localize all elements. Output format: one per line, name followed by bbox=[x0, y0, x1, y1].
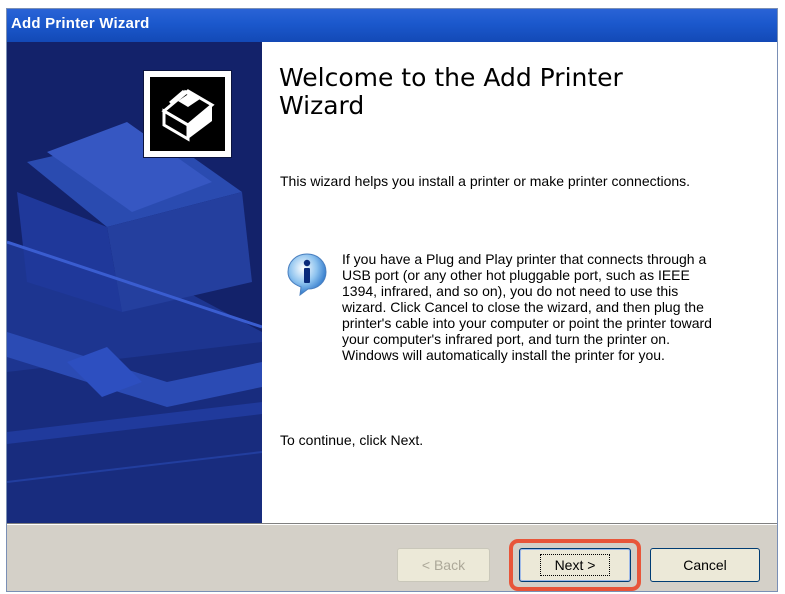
button-bar: < Back Next > Cancel bbox=[7, 523, 777, 591]
next-button[interactable]: Next > bbox=[519, 548, 631, 582]
wizard-content: Welcome to the Add Printer Wizard This w… bbox=[262, 42, 777, 523]
page-title: Welcome to the Add Printer Wizard bbox=[279, 63, 623, 120]
title-bar[interactable]: Add Printer Wizard bbox=[7, 9, 777, 42]
printer-icon bbox=[150, 77, 225, 151]
printer-logo bbox=[143, 70, 232, 158]
info-icon bbox=[286, 252, 328, 301]
back-button[interactable]: < Back bbox=[397, 548, 490, 582]
wizard-banner bbox=[7, 42, 262, 523]
continue-instruction: To continue, click Next. bbox=[280, 432, 424, 448]
info-message: If you have a Plug and Play printer that… bbox=[342, 251, 712, 363]
cancel-button[interactable]: Cancel bbox=[650, 548, 760, 582]
next-button-label: Next > bbox=[539, 554, 611, 576]
add-printer-wizard-window: Add Printer Wizard Welcome to the Add Pr… bbox=[6, 8, 778, 592]
window-title: Add Printer Wizard bbox=[11, 15, 150, 32]
intro-text: This wizard helps you install a printer … bbox=[280, 173, 691, 189]
